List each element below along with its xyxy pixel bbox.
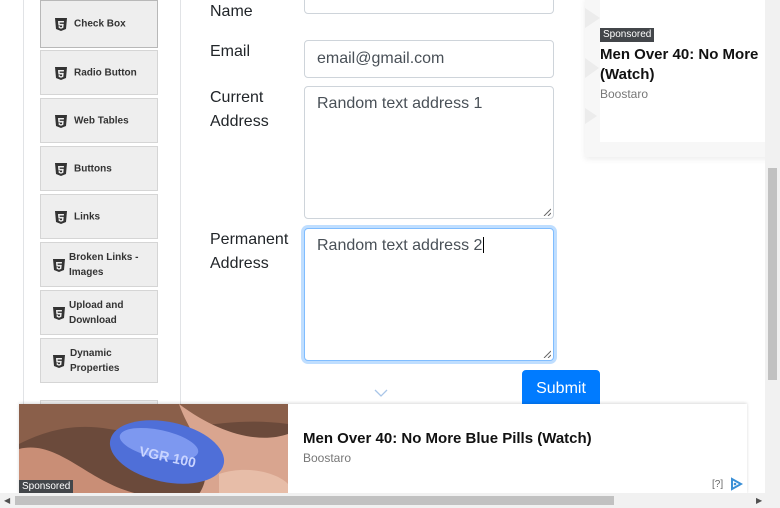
- sidebar-item-label: Radio Button: [74, 67, 137, 78]
- ad-help-link[interactable]: [?]: [712, 479, 723, 490]
- sidebar-item-check-box[interactable]: Check Box: [40, 0, 158, 48]
- permanent-address-value: Random text address 2: [317, 237, 485, 254]
- ad-bottom-image[interactable]: VGR 100 Sponsored: [19, 404, 288, 494]
- chevron-down-icon[interactable]: [374, 388, 388, 398]
- email-field[interactable]: email@gmail.com: [304, 40, 554, 78]
- sidebar-item-label: Broken Links - Images: [69, 251, 139, 278]
- sidebar-item-upload-download[interactable]: Upload and Download: [40, 290, 158, 335]
- scroll-right-icon[interactable]: ▶: [756, 496, 762, 506]
- adchoices-icon[interactable]: [729, 477, 743, 491]
- html5-icon: [55, 210, 67, 224]
- html5-icon: [55, 66, 67, 80]
- permanent-address-field[interactable]: Random text address 2: [304, 228, 554, 361]
- permanent-address-label: Permanent Address: [210, 231, 289, 272]
- current-address-field[interactable]: Random text address 1: [304, 86, 554, 219]
- sidebar-item-dynamic-properties[interactable]: Dynamic Properties: [40, 338, 158, 383]
- horizontal-scrollbar-thumb[interactable]: [15, 496, 614, 505]
- name-label: Name: [210, 3, 253, 20]
- resize-grip-icon[interactable]: [543, 350, 551, 358]
- sponsored-tag: Sponsored: [19, 480, 74, 494]
- email-field-value: email@gmail.com: [317, 50, 445, 67]
- html5-icon: [55, 114, 67, 128]
- sidebar-item-links[interactable]: Links: [40, 194, 158, 239]
- current-address-label: Current Address: [210, 89, 269, 130]
- sidebar-item-web-tables[interactable]: Web Tables: [40, 98, 158, 143]
- html5-icon: [55, 18, 67, 31]
- scroll-left-icon[interactable]: ◀: [4, 496, 10, 506]
- ad-bottom[interactable]: VGR 100 Sponsored Men Over 40: No More B…: [19, 404, 747, 494]
- ad-top-title[interactable]: Men Over 40: No More (Watch): [600, 45, 780, 85]
- sponsored-tag: Sponsored: [600, 28, 655, 42]
- sidebar-item-label: Dynamic Properties: [70, 347, 120, 374]
- html5-icon: [53, 354, 65, 368]
- sidebar-item-label: Buttons: [74, 163, 112, 174]
- horizontal-scrollbar[interactable]: ◀ ▶: [0, 493, 780, 508]
- sidebar-item-label: Upload and Download: [69, 299, 124, 326]
- ad-bottom-brand: Boostaro: [303, 451, 352, 465]
- ad-bottom-title[interactable]: Men Over 40: No More Blue Pills (Watch): [303, 430, 592, 447]
- current-address-value: Random text address 1: [317, 95, 483, 112]
- html5-icon: [53, 306, 65, 320]
- sidebar-item-broken-links[interactable]: Broken Links - Images: [40, 242, 158, 287]
- sidebar-item-buttons[interactable]: Buttons: [40, 146, 158, 191]
- sidebar-item-label: Web Tables: [74, 115, 129, 126]
- sidebar-item-radio-button[interactable]: Radio Button: [40, 50, 158, 95]
- text-caret: [483, 237, 485, 253]
- email-label: Email: [210, 43, 251, 60]
- vertical-scrollbar-thumb[interactable]: [768, 168, 777, 380]
- ad-top-brand: Boostaro: [600, 87, 649, 101]
- resize-grip-icon[interactable]: [543, 208, 551, 216]
- html5-icon: [55, 162, 67, 176]
- ad-top[interactable]: Sponsored Men Over 40: No More (Watch) Bo…: [585, 0, 780, 157]
- sidebar-item-label: Links: [74, 211, 101, 222]
- name-field[interactable]: __: [304, 0, 554, 14]
- sidebar-item-label: Check Box: [74, 18, 126, 30]
- html5-icon: [53, 258, 65, 272]
- vertical-scrollbar[interactable]: [765, 0, 780, 493]
